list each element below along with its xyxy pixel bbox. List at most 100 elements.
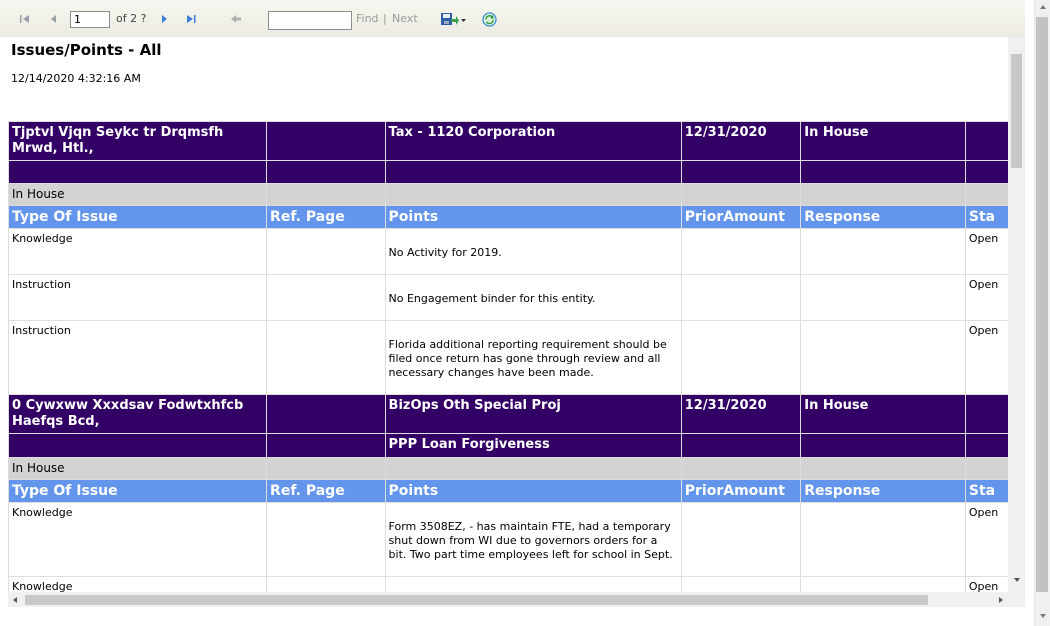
last-page-icon[interactable] <box>185 13 197 25</box>
sub-empty-cell <box>800 160 966 184</box>
client-ref-cell <box>266 121 386 161</box>
response <box>800 228 966 275</box>
export-save-icon[interactable] <box>440 13 470 25</box>
table-row: Knowledge No Activity for 2019. Open <box>7 228 1025 275</box>
col-points: Points <box>384 205 682 229</box>
status-band-cell <box>384 183 682 206</box>
col-prior-amount: PriorAmount <box>680 205 802 229</box>
response <box>800 320 966 395</box>
page-count-label: of 2 ? <box>116 12 147 25</box>
report-horizontal-scroll-thumb[interactable] <box>25 595 928 605</box>
status-band-cell <box>680 457 802 480</box>
col-type-of-issue: Type Of Issue <box>7 479 268 503</box>
column-header-row: Type Of Issue Ref. Page Points PriorAmou… <box>7 479 1025 503</box>
scroll-right-icon[interactable] <box>998 596 1004 604</box>
report-viewer: Issues/Points - All 12/14/2020 4:32:16 A… <box>0 37 1025 592</box>
issue-type: Knowledge <box>7 502 268 577</box>
period-date: 12/31/2020 <box>680 394 802 434</box>
previous-page-icon[interactable] <box>48 13 60 25</box>
status-band-row: In House <box>7 183 1025 206</box>
ref-page <box>266 228 386 275</box>
ref-page <box>266 274 386 321</box>
report-toolbar: of 2 ? Find | Next <box>0 0 1025 38</box>
sub-service-row: PPP Loan Forgiveness <box>7 433 1025 458</box>
page-number-input[interactable] <box>70 11 110 28</box>
col-response: Response <box>800 205 966 229</box>
col-response: Response <box>800 479 966 503</box>
find-separator: | <box>383 12 387 25</box>
status-band-cell <box>680 183 802 206</box>
report-vertical-scroll-thumb[interactable] <box>1011 54 1022 168</box>
prior-amount <box>680 274 802 321</box>
client-ref-cell <box>266 394 386 434</box>
issue-type: Instruction <box>7 274 268 321</box>
location: In House <box>800 121 966 161</box>
sub-empty-cell <box>680 433 802 458</box>
column-header-row: Type Of Issue Ref. Page Points PriorAmou… <box>7 205 1025 229</box>
col-prior-amount: PriorAmount <box>680 479 802 503</box>
table-row: Knowledge Open <box>7 576 1025 592</box>
issue-type: Knowledge <box>7 576 268 592</box>
find-next-button[interactable]: Next <box>392 12 418 26</box>
sub-empty-cell <box>266 160 386 184</box>
col-ref-page: Ref. Page <box>266 205 386 229</box>
prior-amount <box>680 502 802 577</box>
issue-points: Florida additional reporting requirement… <box>384 320 682 395</box>
status-band-cell <box>384 457 682 480</box>
ref-page <box>266 576 386 592</box>
prior-amount <box>680 228 802 275</box>
refresh-icon[interactable] <box>482 12 497 27</box>
issue-points: Form 3508EZ, - has maintain FTE, had a t… <box>384 502 682 577</box>
sub-empty-cell <box>680 160 802 184</box>
col-points: Points <box>384 479 682 503</box>
find-text-input[interactable] <box>268 11 352 30</box>
ref-page <box>266 502 386 577</box>
sub-empty-cell <box>7 160 268 184</box>
col-type-of-issue: Type Of Issue <box>7 205 268 229</box>
response <box>800 502 966 577</box>
issue-points: No Engagement binder for this entity. <box>384 274 682 321</box>
report-scroll-down-icon[interactable] <box>1013 577 1021 583</box>
outer-scroll-down-icon[interactable] <box>1039 613 1047 619</box>
issues-table: Tjptvl Vjqn Seykc tr Drqmsfh Mrwd, Htl.,… <box>7 121 1025 592</box>
service-name: Tax - 1120 Corporation <box>384 121 682 161</box>
status-band-row: In House <box>7 457 1025 480</box>
scroll-left-icon[interactable] <box>12 596 18 604</box>
table-row: Instruction Florida additional reporting… <box>7 320 1025 395</box>
ref-page <box>266 320 386 395</box>
sub-service-name <box>384 160 682 184</box>
issue-points: No Activity for 2019. <box>384 228 682 275</box>
sub-service-name: PPP Loan Forgiveness <box>384 433 682 458</box>
period-date: 12/31/2020 <box>680 121 802 161</box>
outer-scroll-thumb[interactable] <box>1036 17 1048 592</box>
status-band-cell <box>800 457 966 480</box>
table-row: Knowledge Form 3508EZ, - has maintain FT… <box>7 502 1025 577</box>
client-header-row: 0 Cywxww Xxxdsav Fodwtxhfcb Haefqs Bcd, … <box>7 394 1025 434</box>
find-button[interactable]: Find <box>356 12 379 26</box>
back-to-parent-icon[interactable] <box>230 13 242 25</box>
prior-amount <box>680 576 802 592</box>
report-timestamp: 12/14/2020 4:32:16 AM <box>11 72 141 85</box>
issue-points <box>384 576 682 592</box>
sub-empty-cell <box>266 433 386 458</box>
table-row: Instruction No Engagement binder for thi… <box>7 274 1025 321</box>
first-page-icon[interactable] <box>19 13 31 25</box>
outer-scroll-up-icon[interactable] <box>1039 4 1047 10</box>
response <box>800 576 966 592</box>
sub-empty-cell <box>7 433 268 458</box>
location: In House <box>800 394 966 434</box>
prior-amount <box>680 320 802 395</box>
client-name: 0 Cywxww Xxxdsav Fodwtxhfcb Haefqs Bcd, <box>7 394 268 434</box>
service-name: BizOps Oth Special Proj <box>384 394 682 434</box>
sub-empty-cell <box>800 433 966 458</box>
col-ref-page: Ref. Page <box>266 479 386 503</box>
status-band-cell <box>266 183 386 206</box>
status-band: In House <box>7 183 268 206</box>
status-band-cell <box>800 183 966 206</box>
client-name: Tjptvl Vjqn Seykc tr Drqmsfh Mrwd, Htl., <box>7 121 268 161</box>
sub-service-row <box>7 160 1025 184</box>
report-title: Issues/Points - All <box>11 41 162 59</box>
next-page-icon[interactable] <box>158 13 170 25</box>
issue-type: Knowledge <box>7 228 268 275</box>
issue-type: Instruction <box>7 320 268 395</box>
